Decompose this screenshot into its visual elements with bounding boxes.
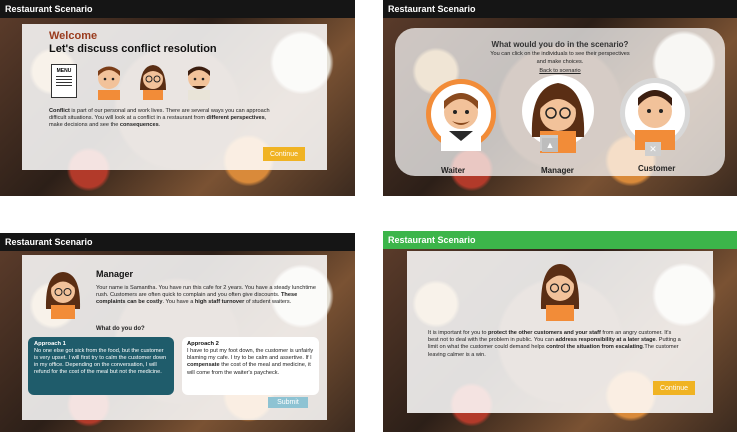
panel-feedback: Restaurant Scenario It is important for … — [383, 231, 737, 432]
approach-1-title: Approach 1 — [34, 341, 66, 347]
waiter-avatar-button[interactable] — [424, 77, 498, 151]
approach-2-text-segment: compensate — [187, 362, 220, 369]
window-title: Restaurant Scenario — [0, 0, 355, 18]
menu-icon: MENU — [51, 64, 77, 98]
intro-text-segment: different perspectives — [206, 115, 265, 122]
menu-icon-label: MENU — [56, 68, 72, 74]
window-title: Restaurant Scenario — [383, 231, 737, 249]
manager-avatar-button[interactable] — [520, 73, 596, 153]
feedback-text-segment: protect the other customers and your sta… — [488, 330, 601, 336]
intro-text: Conflict is part of our personal and wor… — [49, 108, 274, 130]
waiter-avatar-small — [98, 66, 120, 100]
approach-2-option[interactable]: Approach 2 I have to put my foot down, t… — [182, 337, 319, 395]
customer-avatar-button[interactable] — [618, 76, 692, 150]
feedback-text: It is important for you to protect the o… — [428, 330, 683, 359]
customer-avatar-small — [188, 66, 210, 100]
waiter-label: Waiter — [441, 166, 466, 175]
window-title: Restaurant Scenario — [0, 233, 355, 251]
approach-2-text: I have to put my foot down, the customer… — [187, 348, 314, 377]
choice-question: What do you do? — [96, 326, 145, 332]
panel-choose-perspective: Restaurant Scenario What would you do in… — [383, 0, 737, 196]
role-description-segment: . You have a — [162, 299, 195, 306]
scenario-question: What would you do in the scenario? — [491, 40, 629, 49]
role-description: Your name is Samantha. You have run this… — [96, 285, 318, 307]
feedback-text-segment: It is important for you to — [428, 330, 489, 336]
welcome-heading: Welcome — [49, 30, 98, 42]
role-description-segment: of student waiters. — [244, 299, 292, 306]
panel-manager-choice: Restaurant Scenario Manager Your name is… — [0, 233, 355, 432]
instruction-line-2: and make choices. — [536, 59, 584, 65]
customer-label: Customer — [638, 164, 676, 173]
close-icon: ✕ — [645, 142, 661, 156]
continue-button[interactable]: Continue — [263, 147, 305, 161]
feedback-text-segment: control the situation from escalating — [546, 344, 643, 351]
manager-avatar-small — [140, 65, 166, 100]
continue-button[interactable]: Continue — [653, 381, 695, 395]
role-title: Manager — [96, 269, 134, 279]
intro-text-segment: consequences — [119, 122, 159, 129]
approach-1-text: No one else got sick from the food, but … — [34, 348, 167, 375]
approach-2-text-segment: I have to put my foot down, the customer… — [187, 348, 314, 362]
approach-1-option[interactable]: Approach 1 No one else got sick from the… — [28, 337, 174, 395]
thumbs-up-icon: ▲ — [542, 138, 558, 152]
manager-label: Manager — [541, 166, 574, 175]
panel-welcome: Restaurant Scenario Welcome Let's discus… — [0, 0, 355, 196]
intro-text-segment: Conflict — [49, 108, 70, 114]
submit-button[interactable]: Submit — [268, 397, 308, 408]
manager-avatar — [540, 264, 580, 321]
role-description-segment: high staff turnover — [194, 299, 245, 306]
feedback-text-segment: address responsibility at a later stage — [555, 337, 656, 344]
approach-2-title: Approach 2 — [187, 341, 219, 347]
manager-avatar — [45, 272, 81, 319]
page-title: Let's discuss conflict resolution — [49, 43, 217, 55]
instruction-line-1: You can click on the individuals to see … — [490, 51, 630, 57]
window-title: Restaurant Scenario — [383, 0, 737, 18]
intro-text-segment: . — [158, 122, 161, 129]
